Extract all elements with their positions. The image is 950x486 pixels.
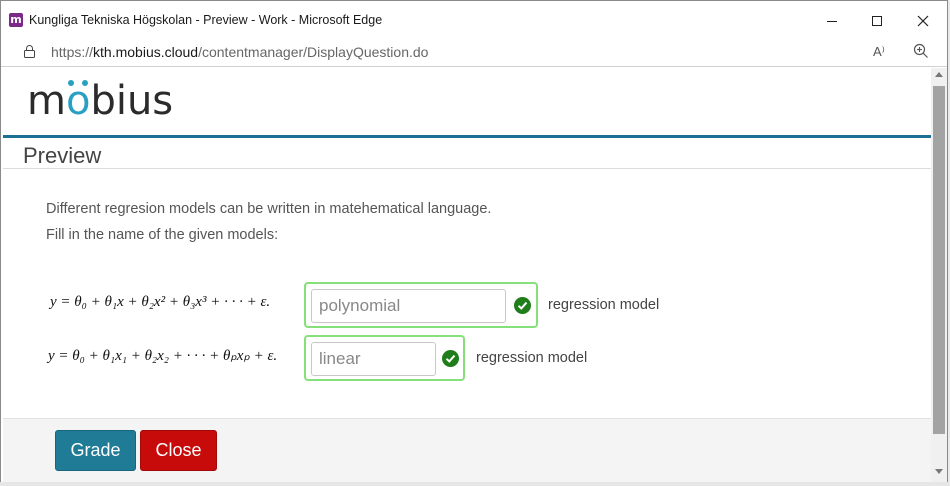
answer-input[interactable]: linear: [311, 342, 436, 376]
minimize-icon: [827, 20, 837, 22]
url-path: /contentmanager/DisplayQuestion.do: [198, 44, 429, 60]
minimize-button[interactable]: [809, 7, 855, 35]
instruction-text: Different regresion models can be writte…: [46, 201, 492, 217]
desktop-background: [0, 482, 950, 486]
answer-suffix: regression model: [548, 297, 660, 313]
address-bar[interactable]: https://kth.mobius.cloud/contentmanager/…: [1, 37, 947, 67]
browser-window: m Kungliga Tekniska Högskolan - Preview …: [0, 0, 948, 482]
equation-polynomial: y = θ₀ + θ₁x + θ₂x² + θ₃x³ + · · · + ε.: [50, 294, 271, 310]
close-button[interactable]: Close: [140, 430, 217, 471]
answer-input[interactable]: polynomial: [311, 289, 506, 323]
logo-umlaut: [68, 80, 89, 86]
maximize-icon: [872, 16, 882, 26]
preview-bar: Preview: [3, 138, 931, 169]
answer-box: polynomial: [304, 282, 538, 328]
instruction-text: Fill in the name of the given models:: [46, 227, 279, 243]
mobius-logo: m obius: [27, 78, 173, 124]
maximize-button[interactable]: [854, 7, 900, 35]
logo-o: o: [66, 78, 90, 124]
checkmark-icon: [514, 297, 531, 314]
read-aloud-icon[interactable]: A⁾: [873, 44, 885, 60]
header: m obius: [3, 68, 931, 136]
logo-letter-m: m: [27, 78, 66, 124]
equation-linear: y = θ₀ + θ₁x₁ + θ₂x₂ + · · · + θₚxₚ + ε.: [48, 348, 278, 364]
scroll-down-arrow-icon[interactable]: [935, 469, 943, 474]
window-title: Kungliga Tekniska Högskolan - Preview - …: [29, 13, 383, 27]
footer-actions: Grade Close: [3, 418, 931, 482]
question-content: Different regresion models can be writte…: [3, 170, 931, 418]
scroll-thumb[interactable]: [933, 86, 945, 434]
scroll-up-arrow-icon[interactable]: [935, 72, 943, 77]
page-viewport: m obius Preview Different regresion model…: [1, 68, 947, 482]
title-bar: m Kungliga Tekniska Högskolan - Preview …: [1, 1, 947, 37]
zoom-in-icon[interactable]: [913, 43, 929, 59]
url-text[interactable]: https://kth.mobius.cloud/contentmanager/…: [51, 44, 428, 60]
answer-suffix: regression model: [476, 350, 588, 366]
vertical-scrollbar[interactable]: [931, 68, 947, 482]
page-title: Preview: [23, 143, 102, 168]
answer-box: linear: [304, 335, 465, 381]
logo-letters-bius: bius: [90, 78, 174, 124]
url-host: kth.mobius.cloud: [93, 44, 199, 60]
url-scheme: https://: [51, 44, 94, 60]
lock-icon[interactable]: [24, 45, 35, 58]
mobius-app-icon: m: [9, 13, 23, 27]
close-window-button[interactable]: [900, 7, 946, 35]
checkmark-icon: [442, 350, 459, 367]
grade-button[interactable]: Grade: [55, 430, 136, 471]
close-icon: [917, 15, 929, 27]
